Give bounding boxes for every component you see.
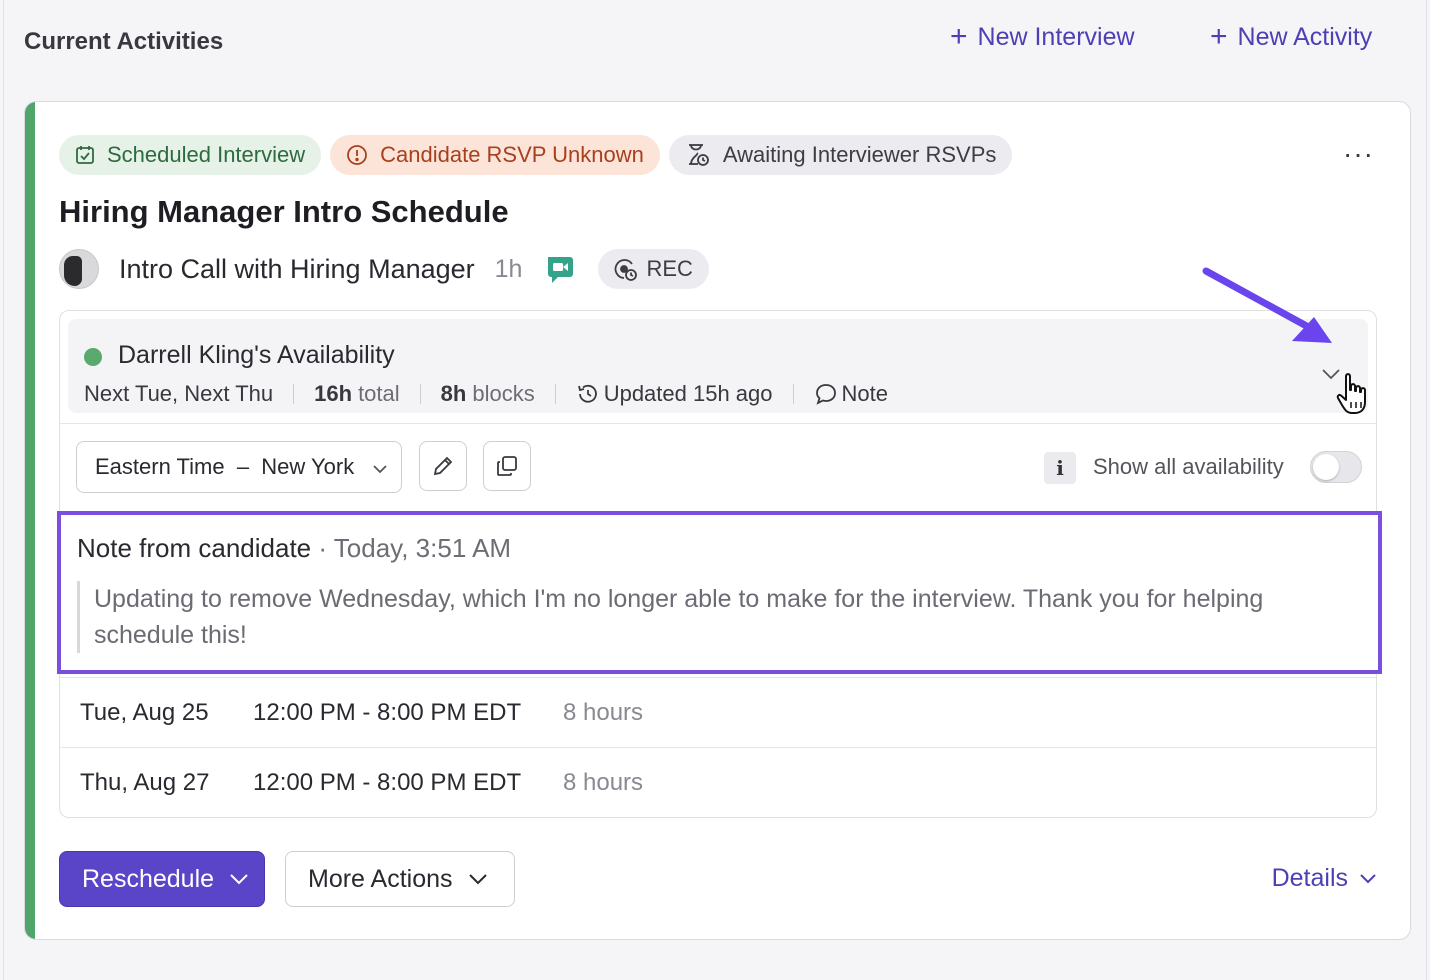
divider — [293, 384, 295, 404]
availability-days: Next Tue, Next Thu — [84, 381, 274, 406]
new-activity-label: New Activity — [1237, 22, 1373, 51]
show-all-availability-toggle[interactable] — [1310, 451, 1362, 483]
table-row: Tue, Aug 25 12:00 PM - 8:00 PM EDT 8 hou… — [60, 677, 1376, 747]
reschedule-label: Reschedule — [82, 864, 215, 893]
availability-name: Darrell Kling's Availability — [118, 341, 395, 369]
meeting-duration: 1h — [494, 254, 523, 283]
card-accent-bar — [25, 102, 35, 939]
meeting-row: Intro Call with Hiring Manager 1h REC — [59, 249, 709, 289]
updated-label: Updated 15h ago — [603, 381, 773, 406]
avatar — [59, 249, 99, 289]
divider — [554, 384, 556, 404]
history-icon — [577, 384, 597, 403]
more-actions-button[interactable]: More Actions — [285, 851, 515, 907]
new-interview-label: New Interview — [977, 22, 1135, 51]
blocks-value: 8h — [440, 381, 467, 406]
slot-date: Tue, Aug 25 — [80, 698, 209, 726]
tag-label: Scheduled Interview — [107, 142, 306, 167]
more-horizontal-icon[interactable]: ··· — [1343, 140, 1374, 168]
divider — [792, 384, 794, 404]
candidate-note: Note from candidate · Today, 3:51 AM Upd… — [57, 511, 1382, 674]
pencil-icon — [433, 456, 453, 476]
slot-time: 12:00 PM - 8:00 PM EDT — [253, 768, 522, 796]
more-actions-label: More Actions — [308, 864, 453, 893]
meeting-name[interactable]: Intro Call with Hiring Manager — [119, 254, 475, 285]
availability-header[interactable]: Darrell Kling's Availability Next Tue, N… — [68, 319, 1368, 413]
reschedule-button[interactable]: Reschedule — [59, 851, 265, 907]
tag-awaiting-interviewer: Awaiting Interviewer RSVPs — [668, 135, 1013, 175]
slot-time: 12:00 PM - 8:00 PM EDT — [253, 698, 522, 726]
details-label: Details — [1271, 864, 1348, 892]
annotation-arrow-icon — [1202, 267, 1332, 343]
slot-date: Thu, Aug 27 — [80, 768, 210, 796]
info-icon[interactable]: i — [1044, 452, 1076, 484]
timezone-select[interactable]: Eastern Time – New York — [76, 441, 402, 493]
note-header: Note from candidate · Today, 3:51 AM — [77, 533, 511, 564]
slot-hours: 8 hours — [563, 698, 644, 726]
section-title: Current Activities — [24, 28, 224, 55]
divider — [419, 384, 421, 404]
note-label: Note from candidate — [77, 533, 312, 563]
calendar-check-icon — [76, 146, 94, 164]
chevron-down-icon — [230, 874, 248, 885]
copy-button[interactable] — [483, 441, 531, 491]
chevron-down-icon — [373, 465, 387, 474]
note-link[interactable]: Note — [842, 381, 888, 407]
availability-controls: Eastern Time – New York i Show all avail… — [60, 423, 1376, 513]
details-button[interactable]: Details — [1272, 864, 1378, 893]
tag-scheduled-interview: Scheduled Interview — [59, 135, 322, 175]
google-meet-icon[interactable] — [544, 253, 576, 285]
availability-meta: Next Tue, Next Thu 16h total 8h blocks U… — [84, 381, 888, 407]
note-time: · Today, 3:51 AM — [311, 533, 512, 563]
tag-candidate-rsvp: Candidate RSVP Unknown — [330, 135, 660, 175]
plus-icon: + — [950, 20, 968, 53]
recording-icon — [615, 259, 638, 281]
show-all-availability-label: Show all availability — [1093, 454, 1284, 479]
tag-label: Candidate RSVP Unknown — [380, 142, 644, 167]
total-label: total — [358, 381, 400, 406]
table-row: Thu, Aug 27 12:00 PM - 8:00 PM EDT 8 hou… — [60, 747, 1376, 817]
chevron-down-icon — [1360, 873, 1376, 883]
chevron-down-icon — [468, 874, 487, 885]
alert-circle-icon — [347, 145, 368, 165]
status-dot — [84, 348, 102, 366]
blocks-label: blocks — [472, 381, 535, 406]
edit-button[interactable] — [419, 441, 467, 491]
new-interview-button[interactable]: + New Interview — [950, 22, 1135, 52]
plus-icon: + — [1210, 20, 1228, 53]
timezone-value: Eastern Time – New York — [95, 454, 355, 479]
hand-cursor-icon — [1336, 373, 1366, 414]
status-tags: Scheduled Interview Candidate RSVP Unkno… — [59, 135, 1013, 175]
slot-hours: 8 hours — [563, 768, 644, 796]
activity-title: Hiring Manager Intro Schedule — [59, 194, 509, 229]
rec-label: REC — [646, 256, 693, 281]
hourglass-clock-icon — [688, 144, 709, 166]
total-value: 16h — [314, 381, 353, 406]
new-activity-button[interactable]: + New Activity — [1210, 22, 1372, 52]
rec-badge[interactable]: REC — [598, 249, 709, 289]
toggle-knob — [1313, 454, 1339, 480]
comment-icon — [815, 384, 836, 405]
note-text: Updating to remove Wednesday, which I'm … — [77, 581, 1357, 653]
copy-icon — [497, 456, 517, 476]
tag-label: Awaiting Interviewer RSVPs — [722, 142, 997, 167]
